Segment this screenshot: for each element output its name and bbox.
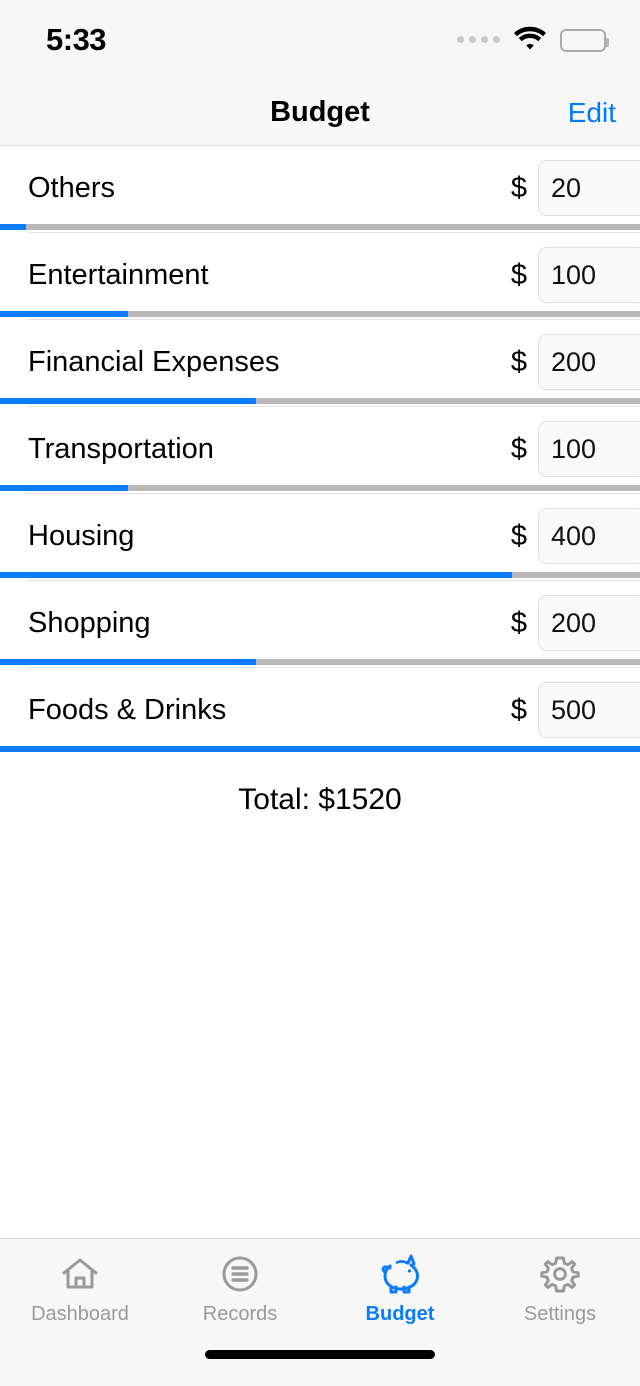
- budget-amount-value: 400: [551, 520, 597, 551]
- budget-row[interactable]: Transportation $100: [0, 407, 640, 494]
- budget-category-label: Housing: [28, 519, 135, 552]
- budget-row-content: Foods & Drinks $500: [0, 668, 640, 752]
- battery-full-icon: [560, 28, 609, 52]
- budget-progress-fill: [0, 659, 256, 665]
- budget-progress-fill: [0, 485, 128, 491]
- budget-row[interactable]: Housing $400: [0, 494, 640, 581]
- budget-progress-fill: [0, 398, 256, 404]
- status-bar-clock: 5:33: [46, 22, 107, 57]
- budget-progress-fill: [0, 746, 640, 752]
- budget-progress-track: [0, 485, 640, 491]
- budget-row[interactable]: Financial Expenses $200: [0, 320, 640, 407]
- tab-records[interactable]: Records: [160, 1251, 320, 1326]
- piggy-bank-icon: [377, 1251, 423, 1297]
- budget-list: Others $20 Entertainment $100 Financial Expe…: [0, 146, 640, 755]
- budget-amount-input[interactable]: 100: [538, 247, 640, 303]
- currency-symbol: $: [510, 432, 527, 465]
- home-icon: [57, 1251, 103, 1297]
- budget-amount-input[interactable]: 200: [538, 595, 640, 651]
- budget-category-label: Others: [28, 171, 116, 204]
- budget-category-label: Transportation: [28, 432, 214, 465]
- budget-progress-track: [0, 659, 640, 665]
- budget-amount-input[interactable]: 100: [538, 421, 640, 477]
- budget-amount-value: 500: [551, 694, 597, 725]
- gear-icon: [537, 1251, 583, 1297]
- budget-row-content: Financial Expenses $200: [0, 320, 640, 404]
- navigation-bar: Budget Edit: [0, 80, 640, 146]
- budget-category-label: Shopping: [28, 606, 151, 639]
- edit-button[interactable]: Edit: [568, 97, 616, 129]
- total-label: Total: $1520: [238, 783, 402, 816]
- budget-row[interactable]: Others $20: [0, 146, 640, 233]
- budget-progress-track: [0, 746, 640, 752]
- tab-bar: Dashboard Records Budget Settings: [0, 1238, 640, 1342]
- budget-progress-track: [0, 224, 640, 230]
- list-circle-icon: [217, 1251, 263, 1297]
- budget-row-content: Entertainment $100: [0, 233, 640, 317]
- budget-screen: 5:33 Budget Edit Others $20 Entertainment $…: [0, 0, 640, 1386]
- budget-row-content: Housing $400: [0, 494, 640, 578]
- wifi-icon: [513, 25, 547, 55]
- budget-row-content: Shopping $200: [0, 581, 640, 665]
- signal-dots-icon: [457, 35, 500, 45]
- budget-row-content: Transportation $100: [0, 407, 640, 491]
- tab-settings[interactable]: Settings: [480, 1251, 640, 1326]
- budget-progress-track: [0, 311, 640, 317]
- budget-row-content: Others $20: [0, 146, 640, 230]
- home-indicator-area: [0, 1342, 640, 1386]
- tab-dashboard[interactable]: Dashboard: [0, 1251, 160, 1326]
- budget-amount-value: 200: [551, 346, 597, 377]
- total-section: Total: $1520: [0, 755, 640, 817]
- budget-category-label: Financial Expenses: [28, 345, 280, 378]
- page-title: Budget: [270, 96, 370, 128]
- budget-progress-fill: [0, 572, 512, 578]
- tab-label: Records: [202, 1303, 278, 1325]
- budget-amount-input[interactable]: 400: [538, 508, 640, 564]
- currency-symbol: $: [510, 345, 527, 378]
- currency-symbol: $: [510, 519, 527, 552]
- home-indicator[interactable]: [205, 1350, 435, 1359]
- budget-amount-value: 100: [551, 433, 597, 464]
- budget-progress-track: [0, 398, 640, 404]
- currency-symbol: $: [510, 693, 527, 726]
- tab-budget[interactable]: Budget: [320, 1251, 480, 1326]
- currency-symbol: $: [510, 171, 527, 204]
- budget-category-label: Foods & Drinks: [28, 693, 227, 726]
- budget-row[interactable]: Entertainment $100: [0, 233, 640, 320]
- budget-amount-value: 100: [551, 259, 597, 290]
- status-bar: 5:33: [0, 0, 640, 80]
- budget-amount-input[interactable]: 20: [538, 160, 640, 216]
- status-bar-indicators: [457, 25, 609, 55]
- currency-symbol: $: [510, 606, 527, 639]
- budget-progress-fill: [0, 224, 26, 230]
- budget-amount-value: 20: [551, 172, 582, 203]
- budget-amount-input[interactable]: 500: [538, 682, 640, 738]
- tab-label: Settings: [523, 1303, 597, 1325]
- budget-progress-fill: [0, 311, 128, 317]
- budget-row[interactable]: Shopping $200: [0, 581, 640, 668]
- tab-label: Dashboard: [31, 1303, 129, 1325]
- budget-category-label: Entertainment: [28, 258, 209, 291]
- tab-label: Budget: [365, 1303, 435, 1325]
- budget-amount-input[interactable]: 200: [538, 334, 640, 390]
- budget-amount-value: 200: [551, 607, 597, 638]
- currency-symbol: $: [510, 258, 527, 291]
- budget-row[interactable]: Foods & Drinks $500: [0, 668, 640, 755]
- budget-progress-track: [0, 572, 640, 578]
